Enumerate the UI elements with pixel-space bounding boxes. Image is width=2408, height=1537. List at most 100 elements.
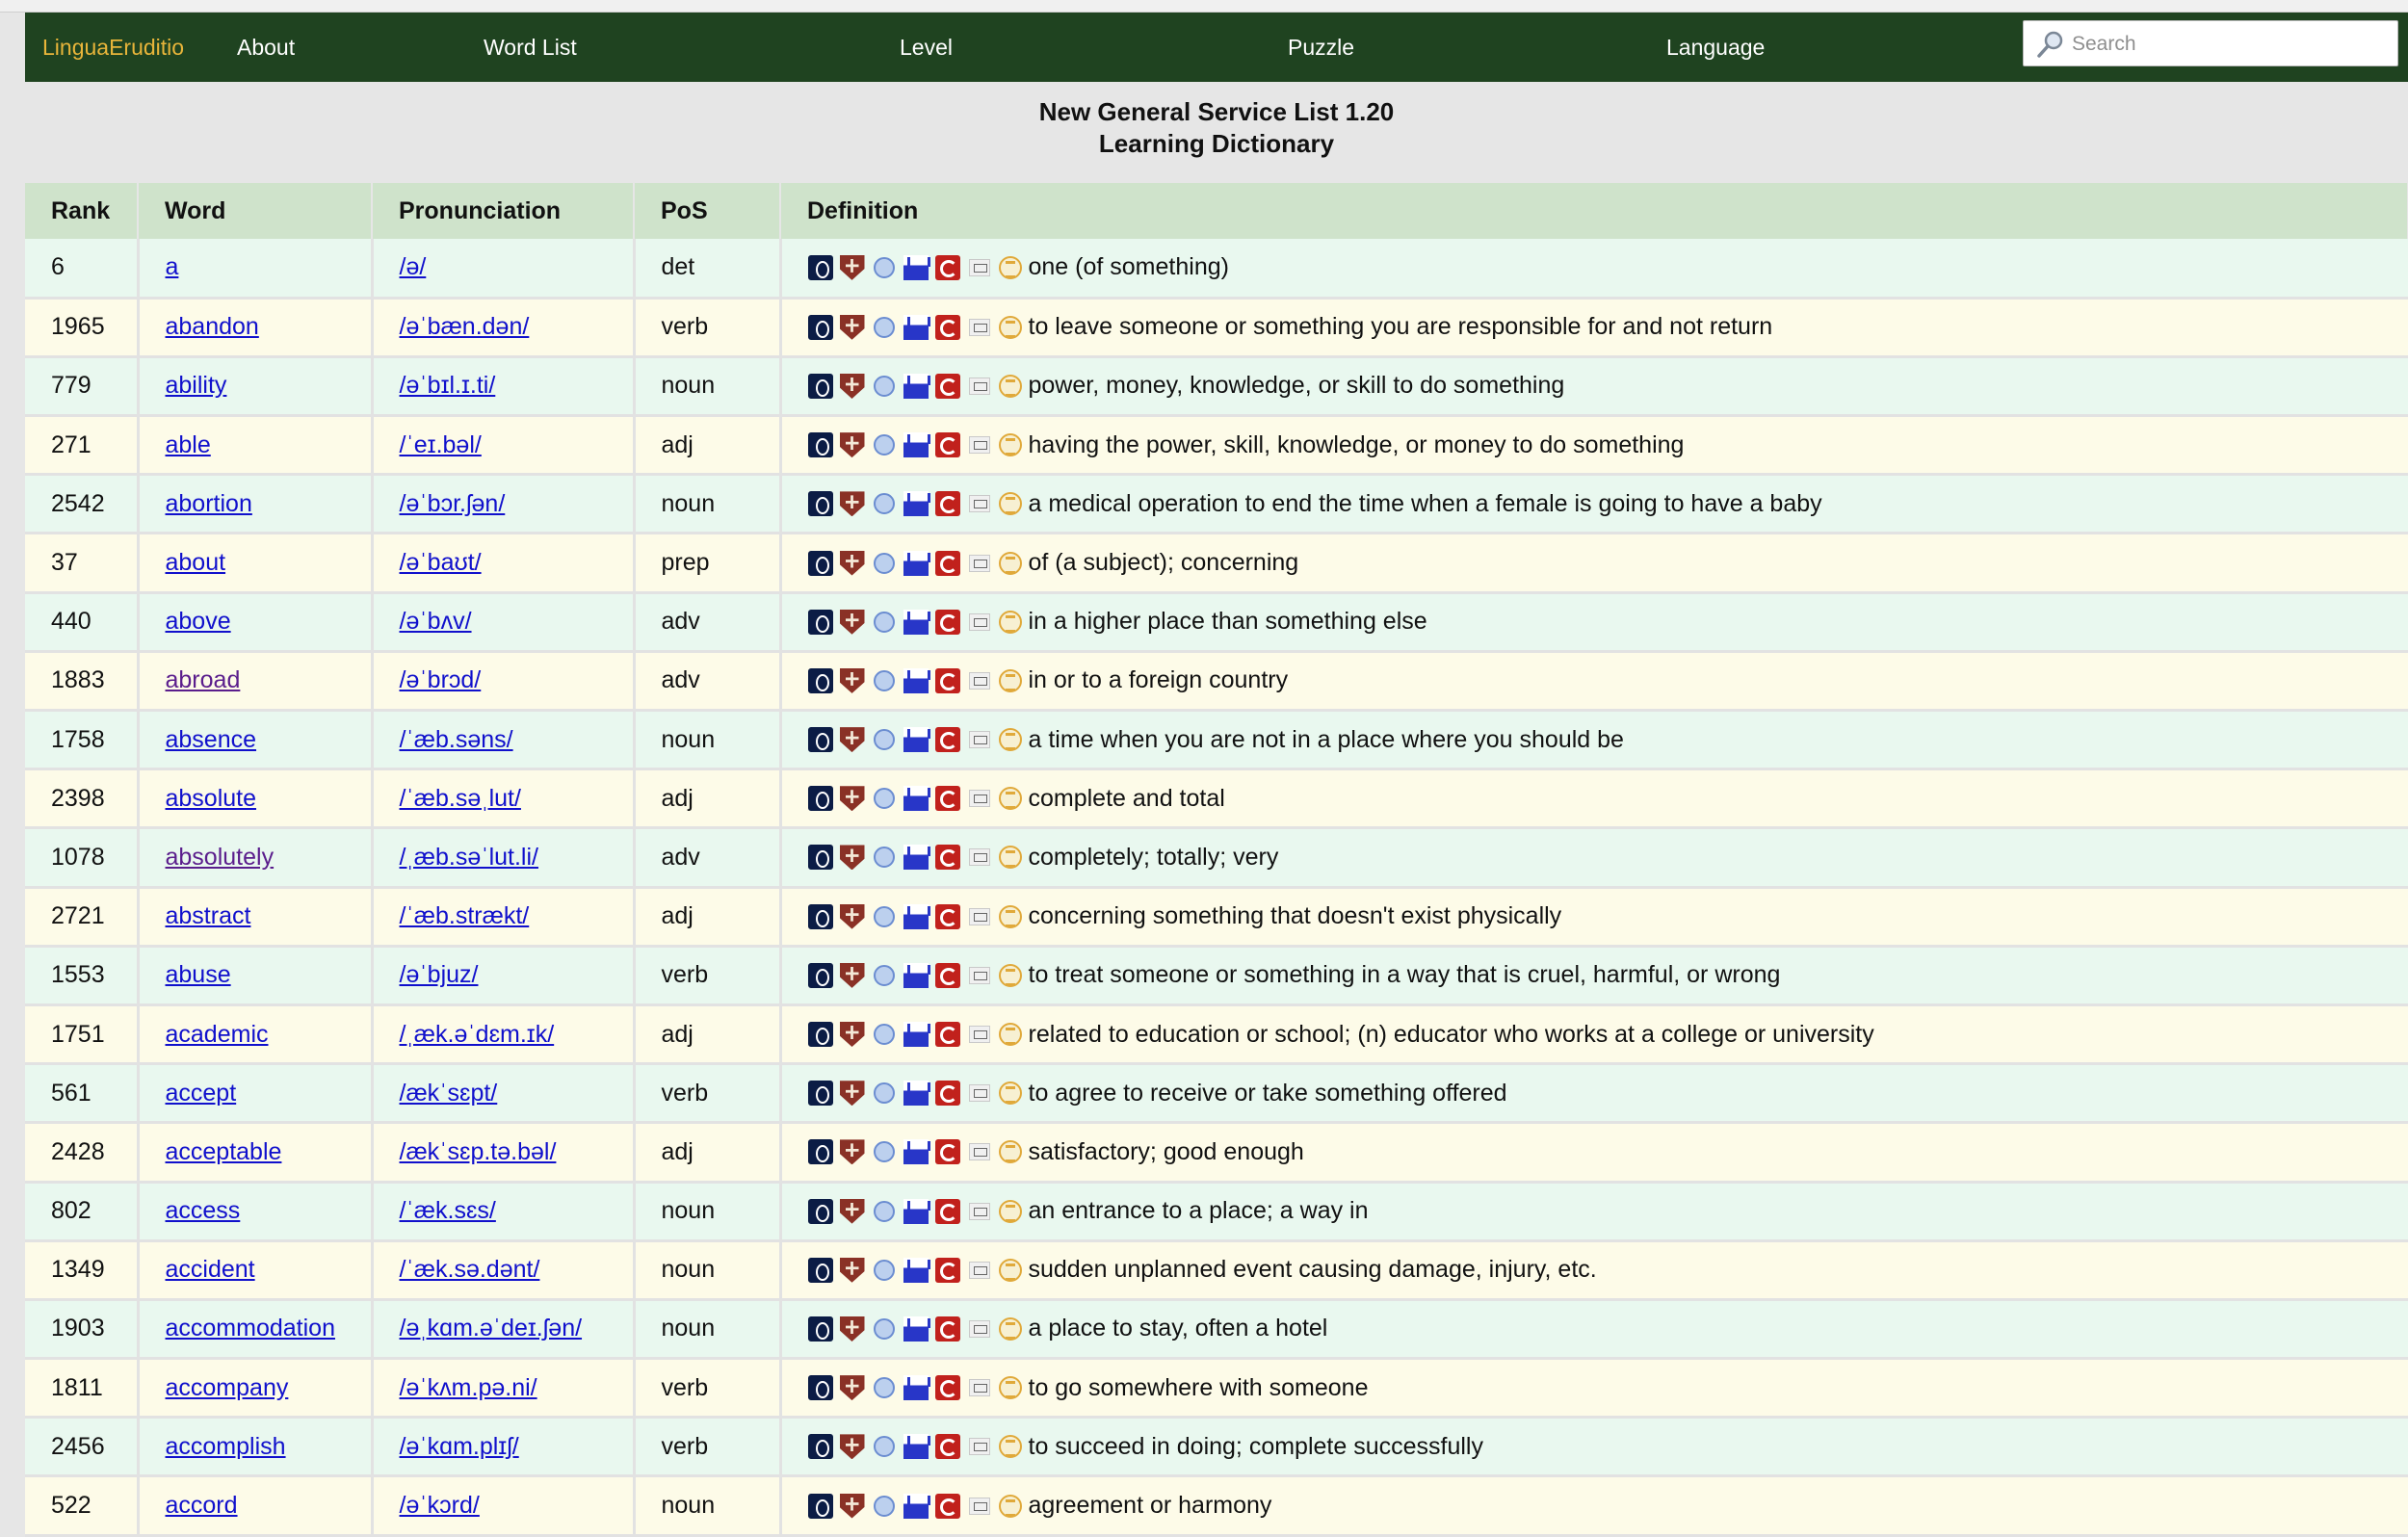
cambridge-shield-icon[interactable]: [840, 432, 865, 457]
oxford-icon[interactable]: [808, 1494, 833, 1519]
word-link[interactable]: accommodation: [166, 1315, 335, 1342]
pronunciation-link[interactable]: /ækˈsɛp.tə.bəl/: [400, 1138, 557, 1165]
cambridge-shield-icon[interactable]: [840, 1434, 865, 1459]
word-link[interactable]: abstract: [166, 902, 251, 929]
ship-icon[interactable]: [903, 432, 929, 457]
globe-icon[interactable]: [874, 788, 895, 809]
ship-icon[interactable]: [903, 1199, 929, 1224]
globe-icon[interactable]: [874, 670, 895, 691]
collins-c-icon[interactable]: [935, 904, 960, 929]
merriam-webster-icon[interactable]: [969, 1203, 990, 1220]
globe-icon[interactable]: [874, 1318, 895, 1340]
merriam-webster-icon[interactable]: [969, 259, 990, 276]
oxford-icon[interactable]: [808, 1081, 833, 1106]
column-header-pronunciation[interactable]: Pronunciation: [372, 183, 634, 239]
globe-icon[interactable]: [874, 553, 895, 574]
merriam-webster-icon[interactable]: [969, 967, 990, 984]
pronunciation-link[interactable]: /ˌæk.əˈdɛm.ɪk/: [400, 1021, 555, 1048]
globe-icon[interactable]: [874, 965, 895, 986]
globe-icon[interactable]: [874, 1496, 895, 1517]
pronunciation-link[interactable]: /əˈbɔr.ʃən/: [400, 490, 506, 517]
cambridge-shield-icon[interactable]: [840, 1258, 865, 1283]
globe-icon[interactable]: [874, 1024, 895, 1045]
collins-c-icon[interactable]: [935, 1139, 960, 1164]
globe-icon[interactable]: [874, 729, 895, 750]
brand-link[interactable]: LinguaEruditio: [42, 13, 184, 82]
ship-icon[interactable]: [903, 1375, 929, 1400]
wordsmyth-s-icon[interactable]: [999, 1259, 1022, 1282]
collins-c-icon[interactable]: [935, 432, 960, 457]
search-box[interactable]: [2023, 20, 2398, 66]
wordsmyth-s-icon[interactable]: [999, 1200, 1022, 1223]
cambridge-shield-icon[interactable]: [840, 1139, 865, 1164]
word-link[interactable]: absence: [166, 726, 257, 753]
oxford-icon[interactable]: [808, 1316, 833, 1342]
wordsmyth-s-icon[interactable]: [999, 1317, 1022, 1341]
cambridge-shield-icon[interactable]: [840, 491, 865, 516]
wordsmyth-s-icon[interactable]: [999, 1023, 1022, 1046]
collins-c-icon[interactable]: [935, 845, 960, 870]
word-link[interactable]: ability: [166, 372, 227, 399]
pronunciation-link[interactable]: /əˈkɔrd/: [400, 1492, 480, 1519]
wordsmyth-s-icon[interactable]: [999, 1081, 1022, 1105]
collins-c-icon[interactable]: [935, 1081, 960, 1106]
word-link[interactable]: accord: [166, 1492, 238, 1519]
globe-icon[interactable]: [874, 317, 895, 338]
pronunciation-link[interactable]: /əˈkɑm.plɪʃ/: [400, 1433, 519, 1460]
pronunciation-link[interactable]: /ˌæb.səˈlut.li/: [400, 844, 538, 871]
cambridge-shield-icon[interactable]: [840, 1022, 865, 1047]
ship-icon[interactable]: [903, 1258, 929, 1283]
globe-icon[interactable]: [874, 1377, 895, 1398]
globe-icon[interactable]: [874, 1201, 895, 1222]
wordsmyth-s-icon[interactable]: [999, 669, 1022, 692]
ship-icon[interactable]: [903, 845, 929, 870]
pronunciation-link[interactable]: /ə/: [400, 253, 427, 280]
collins-c-icon[interactable]: [935, 255, 960, 280]
ship-icon[interactable]: [903, 1434, 929, 1459]
column-header-word[interactable]: Word: [138, 183, 372, 239]
word-link[interactable]: above: [166, 608, 231, 635]
collins-c-icon[interactable]: [935, 374, 960, 399]
pronunciation-link[interactable]: /əˈbrɔd/: [400, 666, 482, 693]
cambridge-shield-icon[interactable]: [840, 551, 865, 576]
ship-icon[interactable]: [903, 315, 929, 340]
globe-icon[interactable]: [874, 1082, 895, 1104]
cambridge-shield-icon[interactable]: [840, 1199, 865, 1224]
merriam-webster-icon[interactable]: [969, 1084, 990, 1102]
merriam-webster-icon[interactable]: [969, 848, 990, 866]
oxford-icon[interactable]: [808, 1434, 833, 1459]
cambridge-shield-icon[interactable]: [840, 963, 865, 988]
word-link[interactable]: abortion: [166, 490, 252, 517]
wordsmyth-s-icon[interactable]: [999, 1435, 1022, 1458]
pronunciation-link[interactable]: /ˈæb.strækt/: [400, 902, 530, 929]
cambridge-shield-icon[interactable]: [840, 904, 865, 929]
oxford-icon[interactable]: [808, 845, 833, 870]
merriam-webster-icon[interactable]: [969, 436, 990, 454]
cambridge-shield-icon[interactable]: [840, 1375, 865, 1400]
cambridge-shield-icon[interactable]: [840, 1316, 865, 1342]
merriam-webster-icon[interactable]: [969, 1143, 990, 1160]
wordsmyth-s-icon[interactable]: [999, 492, 1022, 515]
column-header-pos[interactable]: PoS: [634, 183, 780, 239]
ship-icon[interactable]: [903, 904, 929, 929]
collins-c-icon[interactable]: [935, 1434, 960, 1459]
wordsmyth-s-icon[interactable]: [999, 1376, 1022, 1399]
wordsmyth-s-icon[interactable]: [999, 552, 1022, 575]
wordsmyth-s-icon[interactable]: [999, 728, 1022, 751]
ship-icon[interactable]: [903, 1139, 929, 1164]
ship-icon[interactable]: [903, 255, 929, 280]
oxford-icon[interactable]: [808, 668, 833, 693]
word-link[interactable]: accept: [166, 1080, 237, 1107]
merriam-webster-icon[interactable]: [969, 1498, 990, 1515]
globe-icon[interactable]: [874, 493, 895, 514]
pronunciation-link[interactable]: /əˈkʌm.pə.ni/: [400, 1374, 537, 1401]
nav-item-about[interactable]: About: [237, 13, 295, 82]
collins-c-icon[interactable]: [935, 1258, 960, 1283]
collins-c-icon[interactable]: [935, 1494, 960, 1519]
oxford-icon[interactable]: [808, 1258, 833, 1283]
word-link[interactable]: acceptable: [166, 1138, 282, 1165]
pronunciation-link[interactable]: /ˈeɪ.bəl/: [400, 431, 482, 458]
globe-icon[interactable]: [874, 1436, 895, 1457]
oxford-icon[interactable]: [808, 255, 833, 280]
ship-icon[interactable]: [903, 786, 929, 811]
